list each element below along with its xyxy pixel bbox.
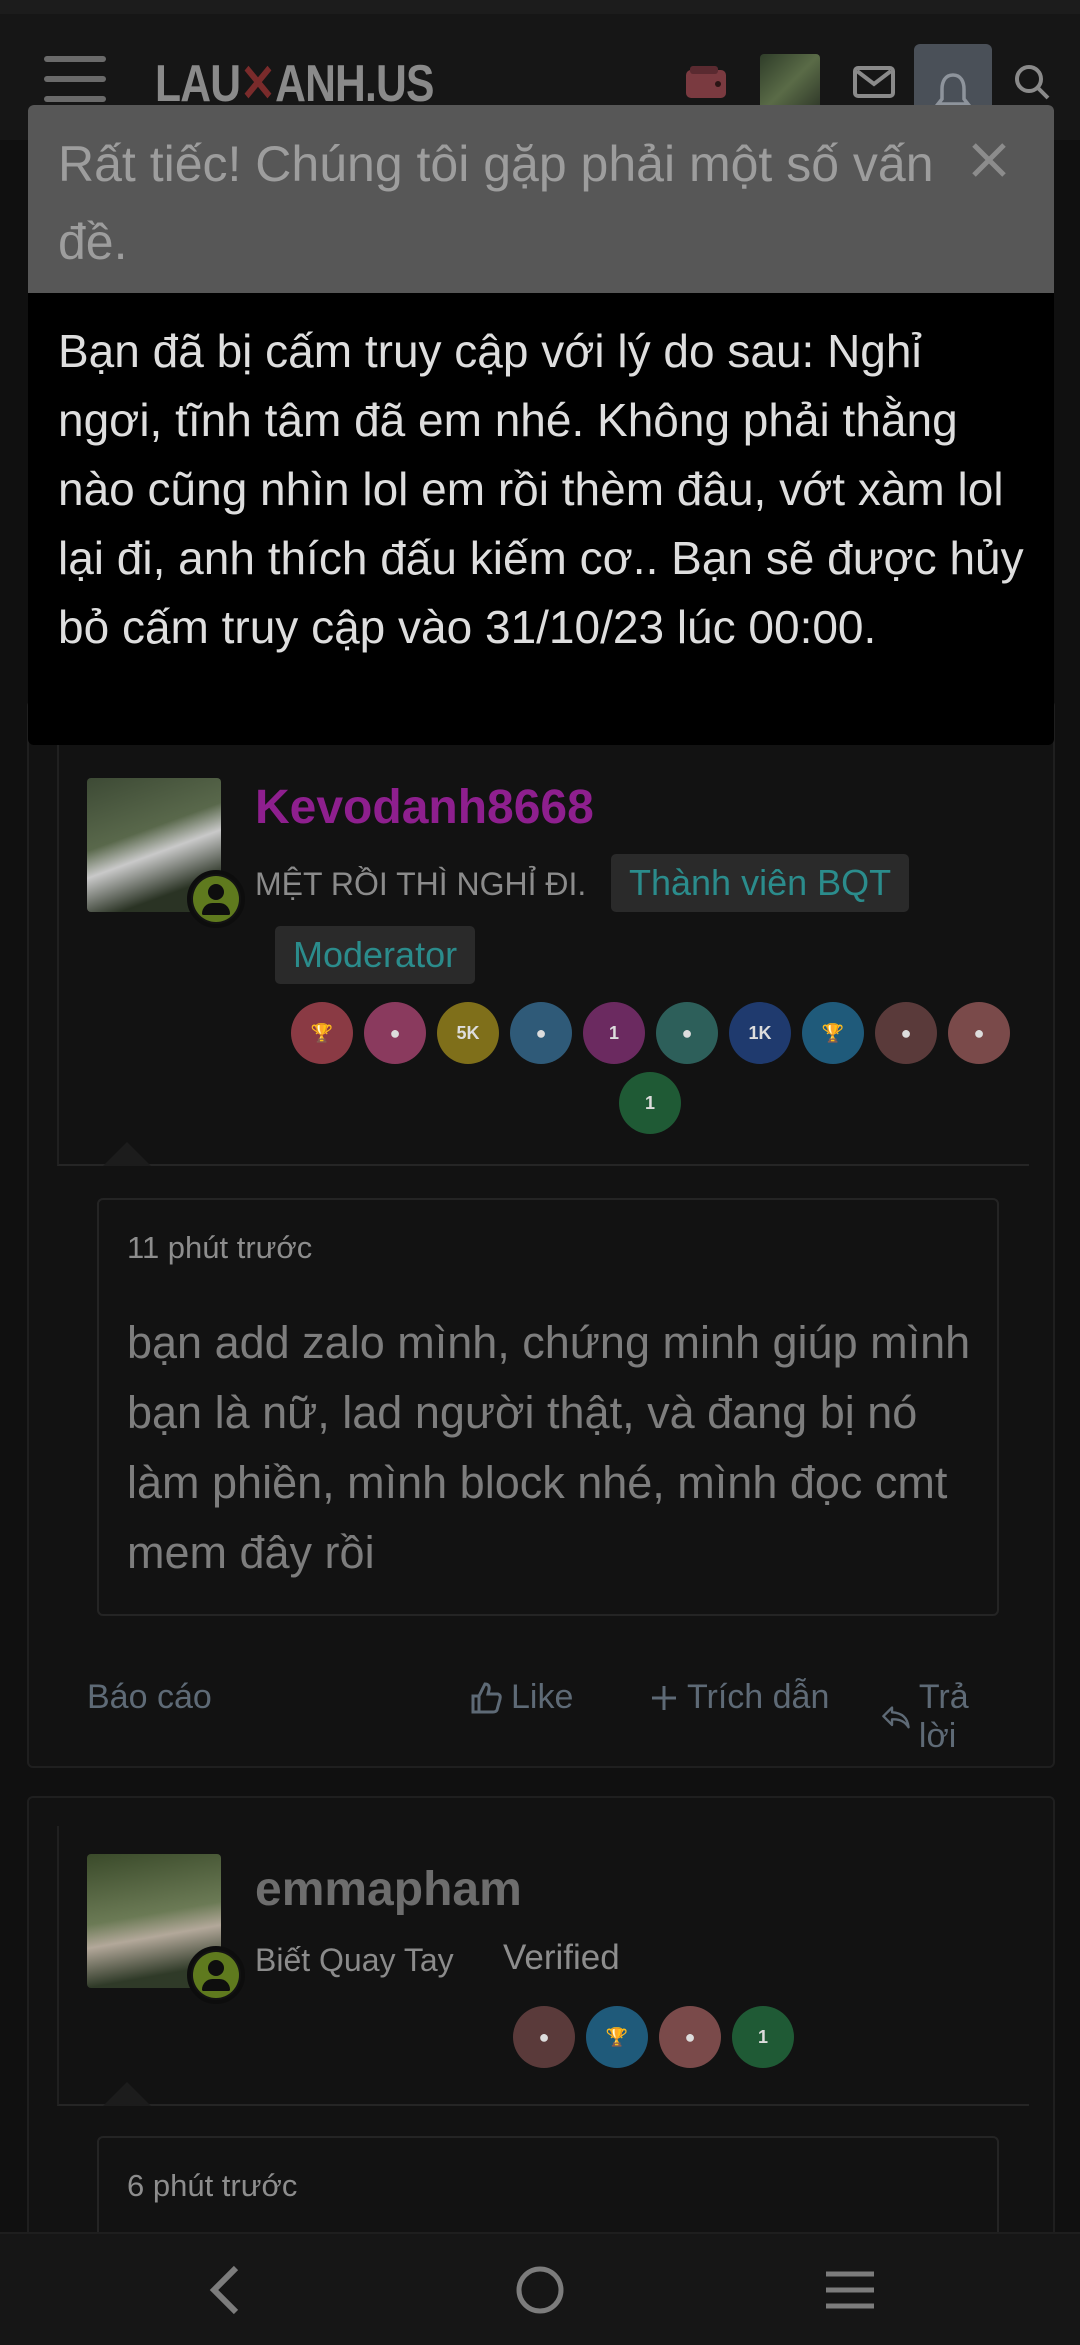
mail-icon[interactable] bbox=[846, 54, 902, 110]
role-badge-verified: Verified bbox=[503, 1938, 620, 1977]
person-icon[interactable]: ● bbox=[948, 1002, 1010, 1064]
one-badge-icon[interactable]: 1 bbox=[732, 2006, 794, 2068]
reply-arrow-icon bbox=[882, 1706, 910, 1729]
person-icon[interactable]: ● bbox=[364, 1002, 426, 1064]
recent-apps-icon[interactable] bbox=[824, 2268, 876, 2317]
quote-button[interactable]: Trích dẫn bbox=[649, 1678, 829, 1717]
error-title: Rất tiếc! Chúng tôi gặp phải một số vấn … bbox=[58, 136, 934, 270]
plus-icon bbox=[652, 1685, 676, 1710]
like-label: Like bbox=[511, 1678, 574, 1716]
menu-icon[interactable] bbox=[44, 56, 106, 108]
person-icon[interactable]: ● bbox=[510, 1002, 572, 1064]
error-overlay: Rất tiếc! Chúng tôi gặp phải một số vấn … bbox=[28, 105, 1054, 745]
wallet-icon[interactable] bbox=[678, 54, 734, 110]
poster-username[interactable]: Kevodanh8668 bbox=[255, 780, 594, 835]
reply-button[interactable]: Trả lời bbox=[881, 1678, 995, 1756]
1k-badge-icon[interactable]: 1K bbox=[729, 1002, 791, 1064]
trophy-cup-icon[interactable]: 🏆 bbox=[802, 1002, 864, 1064]
home-icon[interactable] bbox=[514, 2264, 566, 2321]
one-badge-icon[interactable]: 1 bbox=[619, 1072, 681, 1134]
star-burst-icon[interactable]: 1 bbox=[583, 1002, 645, 1064]
like-button[interactable]: Like bbox=[469, 1678, 573, 1717]
thumbs-up-icon bbox=[471, 1681, 502, 1713]
message-arrow bbox=[103, 1142, 151, 1166]
status-bar bbox=[0, 0, 1080, 14]
post-time[interactable]: 11 phút trước bbox=[127, 1230, 312, 1266]
post-actions: Báo cáo Like Trích dẫn Trả lời bbox=[87, 1678, 995, 1755]
poster-username[interactable]: emmapham bbox=[255, 1862, 522, 1917]
online-status-icon bbox=[187, 870, 245, 928]
back-icon[interactable] bbox=[206, 2264, 246, 2321]
role-badge-admin: Thành viên BQT bbox=[611, 854, 910, 912]
person-icon[interactable]: ● bbox=[513, 2006, 575, 2068]
post-user-block: emmapham Biết Quay Tay Verified ● 🏆 ● 1 bbox=[57, 1826, 1029, 2106]
page: LAU✕ANH.US Rất tiếc! Chúng tôi gặp phải … bbox=[0, 0, 1080, 2345]
trophy-cup-icon[interactable]: 🏆 bbox=[291, 1002, 353, 1064]
post-content: bạn add zalo mình, chứng minh giúp mình … bbox=[127, 1317, 971, 1578]
close-icon[interactable] bbox=[964, 135, 1014, 185]
report-button[interactable]: Báo cáo bbox=[87, 1678, 212, 1717]
post-time[interactable]: 6 phút trước bbox=[127, 2168, 297, 2204]
online-status-icon bbox=[187, 1946, 245, 2004]
message-box: 11 phút trước bạn add zalo mình, chứng m… bbox=[97, 1198, 999, 1616]
error-header: Rất tiếc! Chúng tôi gặp phải một số vấn … bbox=[28, 105, 1054, 293]
post-card: Kevodanh8668 MỆT RỒI THÌ NGHỈ ĐI. Thành … bbox=[27, 700, 1055, 1768]
person-icon[interactable]: ● bbox=[659, 2006, 721, 2068]
person-icon[interactable]: ● bbox=[875, 1002, 937, 1064]
search-icon[interactable] bbox=[1004, 54, 1060, 110]
post-user-block: Kevodanh8668 MỆT RỒI THÌ NGHỈ ĐI. Thành … bbox=[57, 702, 1029, 1166]
5k-badge-icon[interactable]: 5K bbox=[437, 1002, 499, 1064]
message-arrow bbox=[103, 2082, 151, 2106]
trophy-cup-icon[interactable]: 🏆 bbox=[586, 2006, 648, 2068]
reply-label: Trả lời bbox=[918, 1678, 969, 1755]
poster-user-title: MỆT RỒI THÌ NGHỈ ĐI. bbox=[255, 866, 587, 902]
person-icon[interactable]: ● bbox=[656, 1002, 718, 1064]
role-badge-moderator: Moderator bbox=[275, 926, 476, 984]
quote-label: Trích dẫn bbox=[687, 1678, 830, 1716]
system-navigation-bar bbox=[0, 2232, 1080, 2345]
error-message: Bạn đã bị cấm truy cập với lý do sau: Ng… bbox=[58, 325, 1024, 653]
poster-user-title: Biết Quay Tay bbox=[255, 1942, 454, 1978]
post-card: emmapham Biết Quay Tay Verified ● 🏆 ● 1 … bbox=[27, 1796, 1055, 2276]
